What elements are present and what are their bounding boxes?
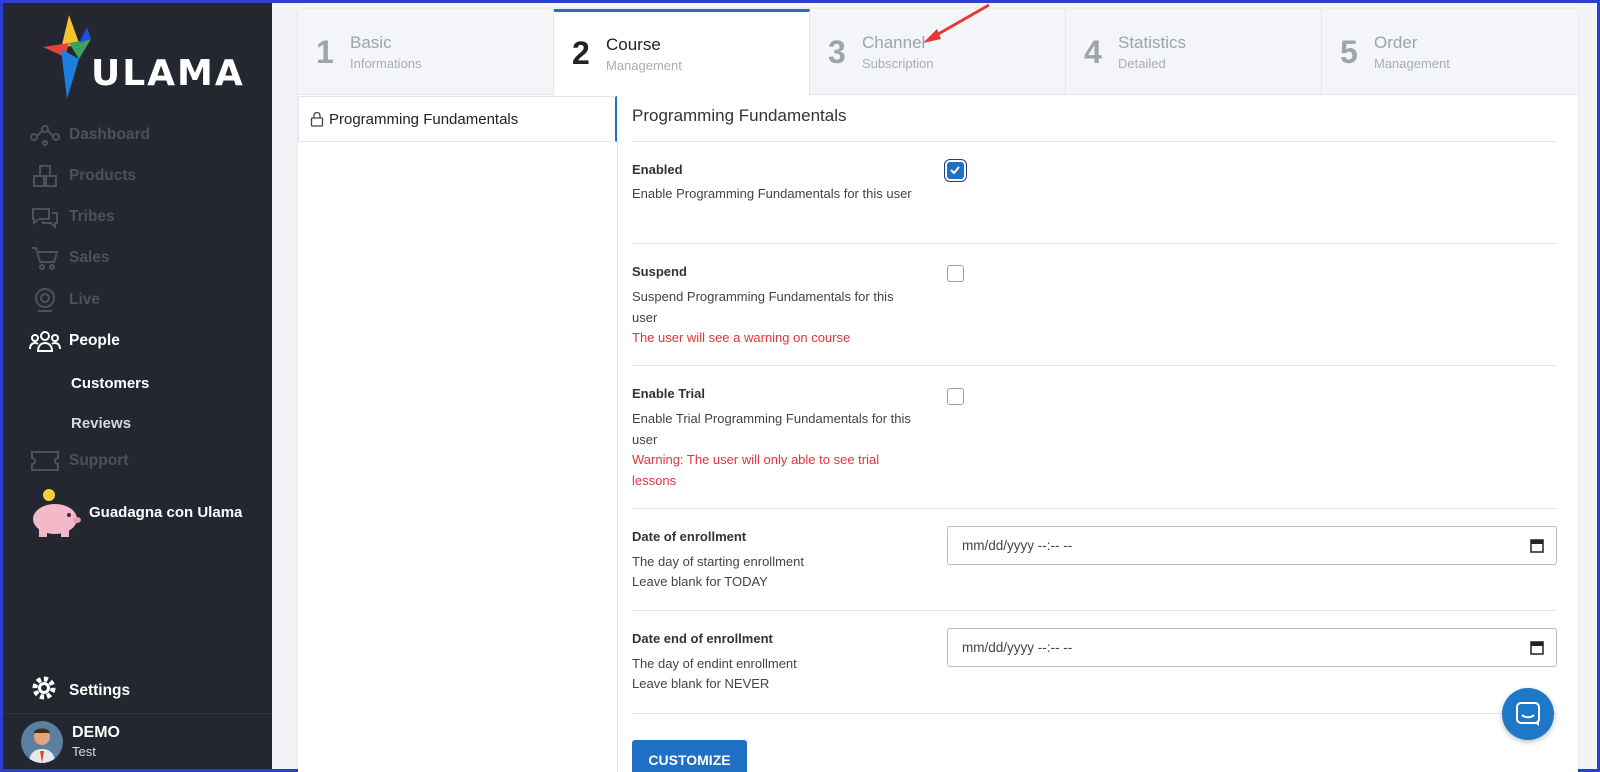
brand-name: ULAMA xyxy=(91,53,245,94)
sidebar-item-label: Products xyxy=(69,167,137,184)
piggy-bank-icon xyxy=(29,485,83,539)
sidebar-item-label: Guadagna con Ulama xyxy=(89,503,243,521)
sidebar-item-products[interactable]: Products xyxy=(29,161,136,191)
date-start-description-2: Leave blank for TODAY xyxy=(632,574,768,589)
users-icon xyxy=(29,328,61,354)
sidebar-item-sales[interactable]: Sales xyxy=(29,243,110,273)
suspend-warning: The user will see a warning on course xyxy=(632,330,851,345)
course-tab-label: Programming Fundamentals xyxy=(329,110,519,128)
check-icon xyxy=(950,166,960,175)
user-name: DEMO xyxy=(72,724,120,741)
chat-icon xyxy=(1516,702,1540,726)
enabled-label: Enabled xyxy=(632,162,683,177)
suspend-description: Suspend Programming Fundamentals for thi… xyxy=(632,289,894,325)
course-tab[interactable]: Programming Fundamentals xyxy=(298,96,617,142)
date-end-label: Date end of enrollment xyxy=(632,631,773,646)
sidebar-item-tribes[interactable]: Tribes xyxy=(29,202,115,232)
step-subtitle: Detailed xyxy=(1118,56,1166,71)
date-start-label: Date of enrollment xyxy=(632,529,747,544)
step-subtitle: Informations xyxy=(350,56,422,71)
lock-icon xyxy=(309,111,325,127)
sidebar-item-label: Dashboard xyxy=(69,126,150,143)
enabled-checkbox[interactable] xyxy=(947,162,964,179)
sidebar-item-live[interactable]: Live xyxy=(29,285,100,315)
sidebar-item-dashboard[interactable]: Dashboard xyxy=(29,120,150,150)
sidebar-item-people[interactable]: People xyxy=(29,326,120,356)
enabled-description: Enable Programming Fundamentals for this… xyxy=(632,186,912,201)
main-panel: 1 Basic Informations 2 Course Management 3… xyxy=(298,9,1578,772)
chat-bubbles-icon xyxy=(29,204,61,230)
calendar-icon xyxy=(1530,641,1544,655)
step-title: Order xyxy=(1374,33,1418,52)
divider xyxy=(3,713,272,714)
user-role: Test xyxy=(72,744,96,759)
date-end-description-2: Leave blank for NEVER xyxy=(632,676,770,691)
suspend-label: Suspend xyxy=(632,264,687,279)
sidebar-item-label: Tribes xyxy=(69,208,115,225)
sidebar-item-label: Sales xyxy=(69,249,110,266)
date-end-description-1: The day of endint enrollment xyxy=(632,656,797,671)
trial-warning: Warning: The user will only able to see … xyxy=(632,452,880,488)
divider xyxy=(632,243,1557,244)
sidebar-item-label: Support xyxy=(69,452,129,469)
divider xyxy=(632,365,1557,366)
divider xyxy=(632,610,1557,611)
trial-label: Enable Trial xyxy=(632,386,705,401)
date-end-input[interactable]: mm/dd/yyyy --:-- -- xyxy=(947,628,1557,667)
date-start-input[interactable]: mm/dd/yyyy --:-- -- xyxy=(947,526,1557,565)
sidebar-item-label: Live xyxy=(69,291,101,308)
calendar-icon xyxy=(1530,539,1544,553)
customize-button[interactable]: CUSTOMIZE xyxy=(632,740,747,772)
divider xyxy=(632,508,1557,509)
sidebar-item-guadagna[interactable]: Guadagna con Ulama xyxy=(29,485,242,539)
trial-checkbox[interactable] xyxy=(947,388,964,405)
step-number: 2 xyxy=(572,35,590,71)
step-title: Statistics xyxy=(1118,33,1187,52)
step-statistics[interactable]: 4 Statistics Detailed xyxy=(1066,9,1322,95)
webcam-icon xyxy=(29,287,61,313)
suspend-checkbox[interactable] xyxy=(947,265,964,282)
date-placeholder: mm/dd/yyyy --:-- -- xyxy=(962,538,1073,553)
ticket-icon xyxy=(29,448,61,474)
sidebar-subitem-reviews[interactable]: Reviews xyxy=(71,415,131,432)
section-title: Programming Fundamentals xyxy=(632,106,847,125)
chat-launcher-button[interactable] xyxy=(1502,688,1554,740)
boxes-icon xyxy=(29,163,61,189)
step-number: 4 xyxy=(1084,33,1102,70)
step-order[interactable]: 5 Order Management xyxy=(1322,9,1578,95)
gear-icon xyxy=(31,675,61,706)
sidebar-item-settings[interactable]: Settings xyxy=(31,675,130,706)
divider xyxy=(617,142,618,772)
trial-description: Enable Trial Programming Fundamentals fo… xyxy=(632,411,911,447)
sidebar: ULAMA Dashboard Products Tribes Sales Li… xyxy=(3,3,272,769)
divider xyxy=(632,141,1557,142)
sidebar-item-label: People xyxy=(69,332,120,349)
divider xyxy=(632,713,1557,714)
annotation-arrow-icon xyxy=(923,3,990,43)
step-course[interactable]: 2 Course Management xyxy=(554,9,810,95)
sidebar-item-label: Settings xyxy=(69,681,131,699)
step-subtitle: Subscription xyxy=(862,56,934,71)
sidebar-subitem-customers[interactable]: Customers xyxy=(71,375,149,392)
step-subtitle: Management xyxy=(606,57,682,73)
cart-icon xyxy=(29,245,61,271)
step-subtitle: Management xyxy=(1374,56,1450,71)
step-title: Basic xyxy=(350,33,392,52)
step-number: 1 xyxy=(316,33,334,70)
step-title: Course xyxy=(606,34,661,54)
step-number: 3 xyxy=(828,33,846,70)
date-placeholder: mm/dd/yyyy --:-- -- xyxy=(962,640,1073,655)
step-basic[interactable]: 1 Basic Informations xyxy=(298,9,554,95)
sidebar-item-support[interactable]: Support xyxy=(29,446,128,476)
ulama-logo[interactable]: ULAMA xyxy=(39,13,249,103)
avatar[interactable] xyxy=(21,721,63,763)
step-number: 5 xyxy=(1340,33,1358,70)
nodes-icon xyxy=(29,122,61,148)
date-start-description-1: The day of starting enrollment xyxy=(632,554,804,569)
